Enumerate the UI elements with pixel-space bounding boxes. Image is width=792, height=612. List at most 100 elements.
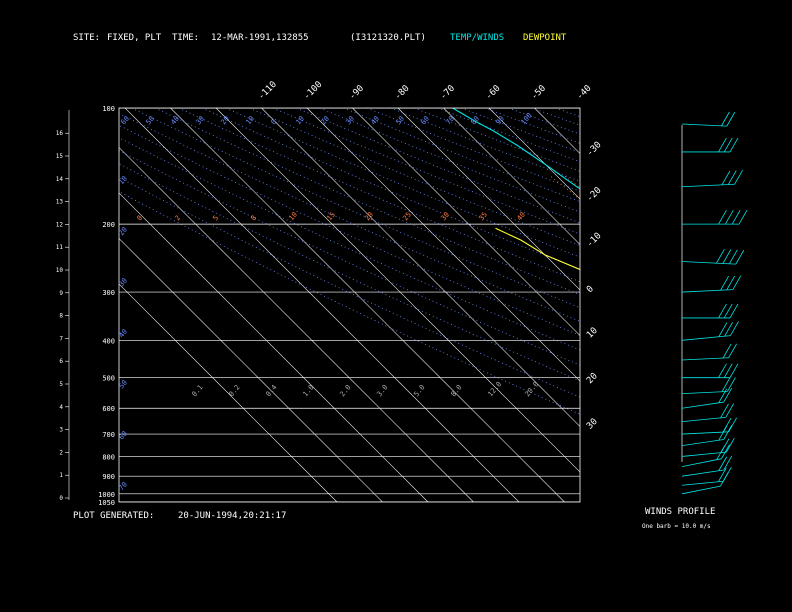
isotherm-line [534,108,580,154]
theta-label: 60 [419,115,431,127]
theta-label: 30 [194,115,206,127]
dry-adiabat [484,108,580,144]
height-label: 9 [59,290,63,297]
wind-barb [718,209,727,225]
top-temp-label: -80 [393,84,412,103]
height-label: 15 [56,153,64,160]
dry-adiabat [296,108,580,224]
height-label: 8 [59,313,63,320]
dry-adiabat [461,108,580,153]
mixing-label: 12.0 [486,380,503,398]
isotherm-line [119,238,383,502]
mixing-label: 2.0 [338,383,352,398]
top-temp-label: -60 [484,84,503,103]
dry-adiabat [225,108,580,258]
dry-adiabat [119,113,580,322]
wind-shaft [681,391,728,395]
pressure-label: 400 [102,337,115,345]
wind-barb [731,209,741,225]
pressure-label: 1050 [98,499,115,507]
wind-barb [734,170,743,185]
wind-shaft [681,289,733,293]
moist-adiabat [564,175,580,189]
pressure-label: 800 [102,453,115,461]
dry-adiabat [626,108,792,502]
top-temp-label: -110 [257,80,279,102]
pressure-label: 1000 [98,491,115,499]
wind-barb [735,249,745,265]
wind-shaft [681,458,722,467]
dry-adiabat [413,108,580,172]
mixing-label: 8.0 [449,383,463,398]
dry-adiabat [366,108,580,192]
dry-adiabat [673,108,792,502]
pressure-label: 100 [102,105,115,113]
isotherm-line [579,108,580,109]
wind-barb [722,249,732,264]
theta-label: 80 [469,115,481,127]
right-temp-label: 30 [585,417,600,432]
moist-adiabat [667,176,792,502]
isotherm-line [443,108,580,245]
isotherm-line [119,147,474,502]
wind-shaft [681,485,721,495]
top-temp-label: -40 [575,84,594,103]
theta-label: 50 [144,115,156,127]
wind-shaft [681,183,735,188]
isotherm-line [119,192,429,502]
height-label: 13 [56,199,64,206]
height-label: 7 [59,335,63,342]
wind-barb [725,437,735,453]
theta-label: 10 [294,115,306,127]
right-temp-label: -10 [585,231,604,250]
height-label: 14 [56,176,64,183]
right-temp-label: -20 [585,186,604,205]
theta-e-label: 8 [249,214,258,222]
dry-adiabat [154,108,580,295]
pressure-label: 300 [102,289,115,297]
plot-generated-label: PLOT GENERATED: [73,511,155,521]
wind-shaft [681,357,729,361]
dry-adiabat [437,108,580,163]
wind-shaft [681,431,729,435]
height-label: 0 [59,495,63,502]
dry-adiabat [119,191,580,415]
wind-barb [725,403,735,418]
mixing-label: 1.0 [301,383,315,398]
wind-barb [721,170,731,186]
dry-adiabat [744,108,792,502]
moist-adiabat [608,176,792,502]
dry-adiabat [697,108,792,502]
theta-label: 30 [344,115,356,127]
right-temp-label: 10 [585,326,600,341]
mixing-label: 3.0 [375,383,389,398]
wind-barb [728,249,738,265]
wind-shaft [681,261,736,265]
isotherm-line [261,108,580,427]
pressure-label: 700 [102,431,115,439]
dry-adiabat [650,108,792,502]
wind-shaft [681,480,724,486]
wind-shaft [681,123,727,127]
moist-adiabat [623,176,792,502]
wind-shaft [681,401,724,409]
pressure-label: 900 [102,473,115,481]
theta-e-label: 0 [135,214,144,222]
wind-shaft [681,417,726,423]
height-label: 2 [59,449,63,456]
theta-label: 0 [269,118,278,126]
wind-barb [723,425,733,440]
pressure-label: 600 [102,405,115,413]
moist-adiabat [578,175,580,178]
height-label: 4 [59,404,63,411]
isotherm-line [124,108,520,502]
theta-label: 40 [369,115,381,127]
isotherm-line [762,108,792,502]
wind-shaft [681,469,724,477]
theta-label: 90 [494,115,506,127]
dry-adiabat [531,108,580,126]
dry-adiabat [720,108,792,502]
theta-label: 20 [319,115,331,127]
top-temp-label: -90 [348,84,367,103]
dry-adiabat [272,108,580,235]
